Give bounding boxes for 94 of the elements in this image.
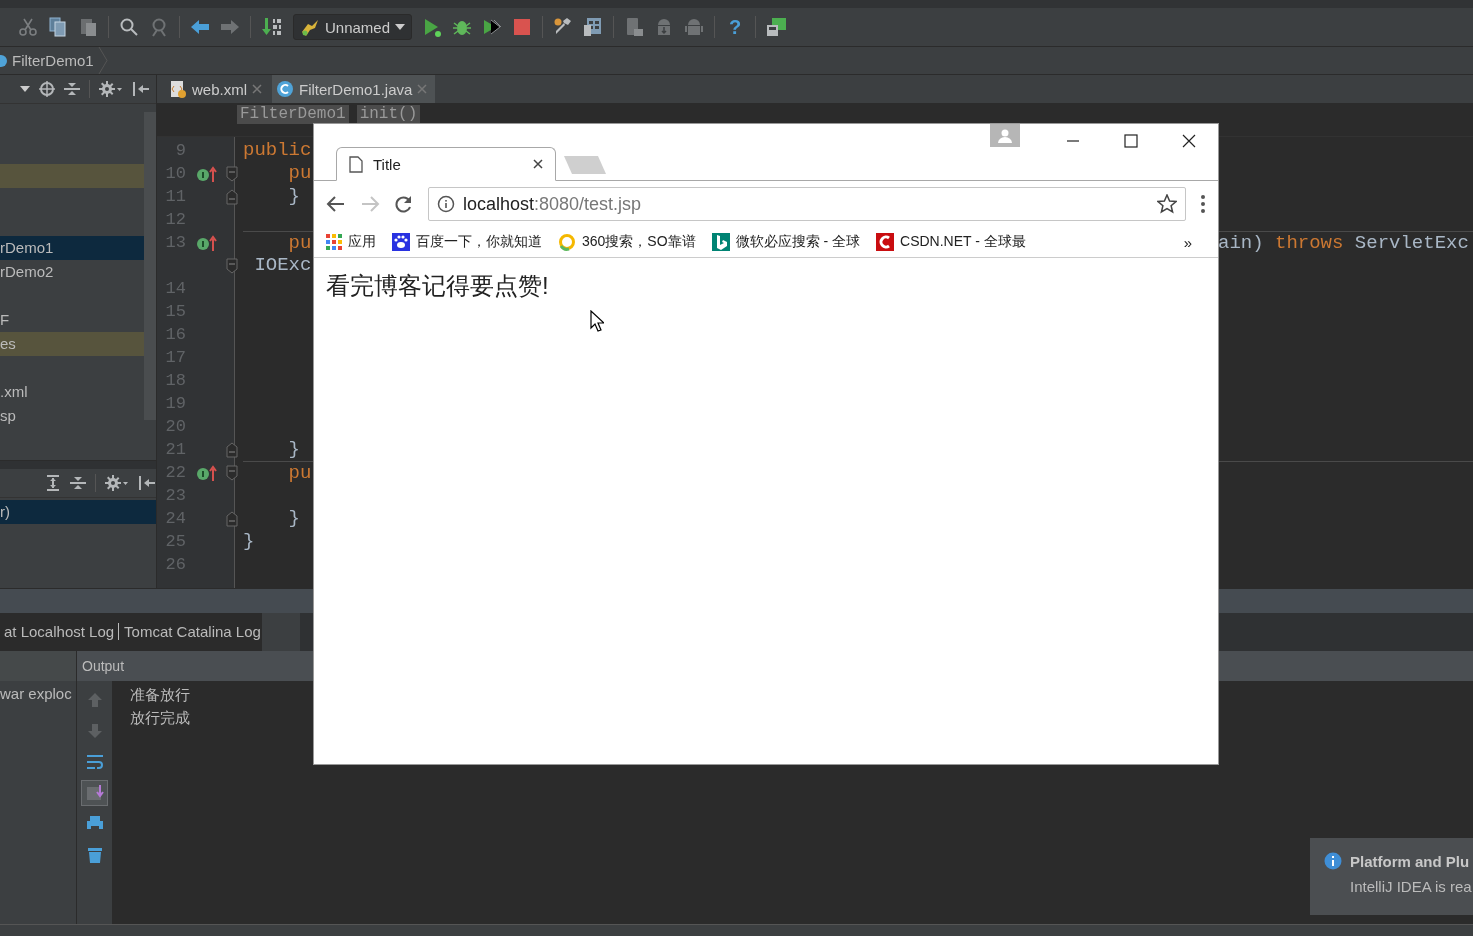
expand-icon[interactable] (45, 475, 61, 491)
paste-icon[interactable] (78, 17, 98, 37)
hide-icon[interactable] (132, 81, 150, 97)
star-icon[interactable] (1157, 194, 1177, 214)
target-icon[interactable] (39, 81, 55, 97)
code-line: } (287, 507, 300, 530)
fold-marker-icon[interactable] (226, 188, 238, 205)
chip-icon[interactable] (766, 17, 789, 37)
stop-icon[interactable] (512, 17, 533, 37)
run-configuration-dropdown[interactable]: Unnamed (293, 14, 413, 40)
fold-marker-icon[interactable] (226, 464, 238, 481)
notification-text: IntelliJ IDEA is rea (1350, 878, 1473, 895)
help-button[interactable]: ? (725, 15, 746, 39)
tree-item[interactable]: r) (0, 500, 156, 524)
output-line: 准备放行 (130, 684, 191, 705)
code-line: IOExc (253, 254, 312, 277)
run-icon[interactable] (422, 17, 443, 37)
tree-item[interactable]: rDemo1 (0, 236, 144, 260)
table-icon[interactable] (583, 17, 604, 37)
code-line: pu (287, 232, 312, 254)
scroll-end-icon[interactable] (81, 779, 108, 806)
more-bookmarks-button[interactable]: » (1183, 233, 1206, 251)
caret-down-icon[interactable] (20, 86, 30, 92)
profile-icon[interactable] (990, 124, 1020, 147)
bookmark-link[interactable]: CSDN.NET - 全球最 (900, 233, 1026, 251)
tab-bar-end (262, 612, 300, 651)
class-icon (276, 80, 294, 98)
tree-item[interactable]: F (0, 308, 144, 332)
override-marker-icon[interactable] (196, 233, 218, 252)
log-tab[interactable]: at Localhost Log (0, 623, 119, 641)
copy-icon[interactable] (48, 17, 68, 37)
tree-item[interactable]: es (0, 332, 144, 356)
caret-icon (395, 24, 406, 30)
hide-icon[interactable] (138, 475, 156, 491)
collapse-icon[interactable] (70, 475, 86, 491)
bookmark-link[interactable]: 应用 (348, 233, 376, 251)
paw-icon (392, 233, 410, 251)
output-line: 放行完成 (130, 707, 191, 728)
coverage-icon[interactable] (482, 17, 503, 37)
panel-title: Output (82, 657, 125, 674)
fold-marker-icon[interactable] (226, 165, 238, 182)
fold-marker-icon[interactable] (226, 257, 238, 274)
breadcrumb-chevron-icon (97, 47, 108, 74)
override-marker-icon[interactable] (196, 463, 218, 482)
android-icon[interactable] (684, 17, 705, 37)
collapse-icon[interactable] (64, 81, 80, 97)
code-line: public (243, 139, 312, 162)
arrow-left-icon[interactable] (190, 17, 210, 37)
notification-title: Platform and Plu (1350, 852, 1470, 870)
tree-item[interactable]: sp (0, 404, 144, 428)
mouse-pointer-icon (590, 310, 604, 332)
tile-icon (711, 233, 730, 251)
info-icon (1324, 852, 1342, 870)
back-icon[interactable] (326, 194, 346, 214)
scissors-icon[interactable] (18, 17, 38, 37)
code-line: ain) throws ServletExc (1218, 232, 1469, 254)
editor-tab[interactable]: web.xml (165, 75, 270, 103)
arrow-right-icon[interactable] (220, 17, 240, 37)
deployment-item[interactable]: war exploc (0, 684, 72, 702)
page-icon (349, 155, 363, 173)
arc-tile-icon (876, 233, 895, 251)
code-line: pu (287, 462, 312, 484)
apps-icon (326, 234, 342, 250)
xml-file-icon (169, 80, 187, 98)
build-icon[interactable] (261, 17, 283, 37)
bookmark-link[interactable]: 微软必应搜索 - 全球 (735, 233, 861, 251)
wrench-icon[interactable] (553, 17, 574, 37)
menu-icon[interactable] (1200, 194, 1206, 214)
reload-icon[interactable] (394, 194, 414, 214)
device-icon[interactable] (624, 17, 645, 37)
code-line: pu (287, 162, 312, 185)
settings-icon[interactable] (105, 475, 129, 491)
close-icon[interactable] (533, 159, 543, 169)
tree-item[interactable]: rDemo2 (0, 260, 144, 284)
scrollbar[interactable] (144, 112, 156, 420)
page-text: 看完博客记得要点赞! (326, 271, 550, 301)
address-field[interactable]: localhost:8080/test.jsp (428, 187, 1186, 221)
settings-icon[interactable] (99, 81, 123, 97)
code-line: } (287, 438, 300, 461)
fold-marker-icon[interactable] (226, 510, 238, 527)
tree-item[interactable]: .xml (0, 380, 144, 404)
code-line: } (287, 185, 300, 208)
bookmark-link[interactable]: 360搜索，SO靠谱 (582, 233, 696, 251)
class-icon (0, 53, 8, 68)
fold-marker-icon[interactable] (226, 441, 238, 458)
search-icon[interactable] (119, 17, 139, 37)
ring-icon (558, 233, 576, 251)
breadcrumb-item[interactable]: FilterDemo1 (12, 52, 94, 69)
editor-tab[interactable]: FilterDemo1.java (272, 75, 436, 103)
override-marker-icon[interactable] (196, 164, 218, 183)
browser-tab[interactable]: Title (336, 147, 556, 181)
bookmark-link[interactable]: 百度一下，你就知道 (416, 233, 542, 251)
info-icon (437, 195, 455, 213)
code-line: } (243, 530, 255, 553)
